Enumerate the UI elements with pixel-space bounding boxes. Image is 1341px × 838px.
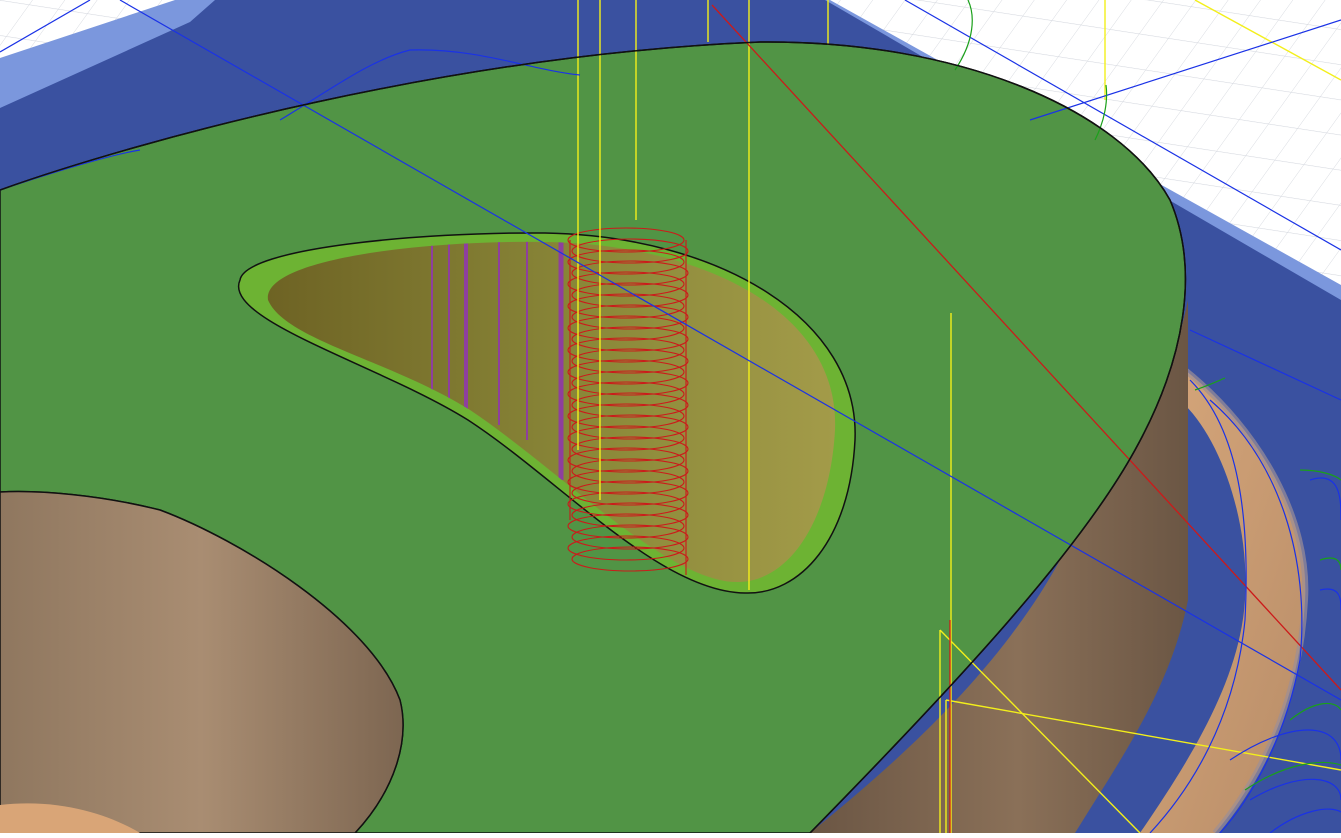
3d-scene[interactable]: [0, 0, 1341, 835]
cam-simulation-viewport[interactable]: helical-ramp-icon rapid-move-line-icon c…: [0, 0, 1341, 835]
